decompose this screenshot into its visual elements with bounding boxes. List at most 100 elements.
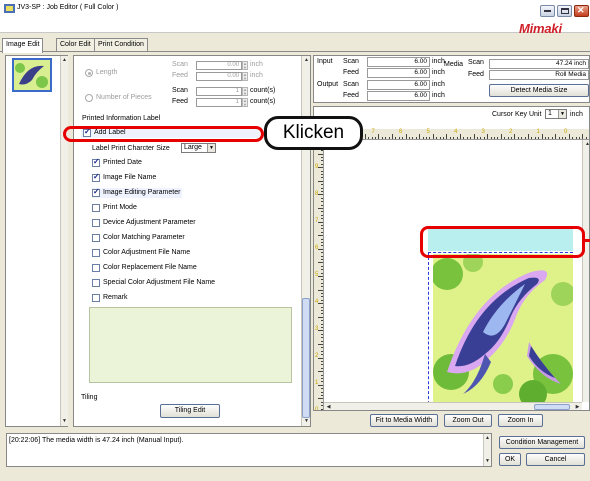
chevron-down-icon[interactable]: ▼ [207,144,215,152]
label-option-checkbox[interactable] [92,279,100,287]
image-thumbnail[interactable] [12,58,52,92]
tiling-edit-button[interactable]: Tiling Edit [160,404,220,418]
label-option-text: Device Adjustment Parameter [103,219,196,226]
output-feed-unit: inch [432,92,445,99]
label-option-checkbox[interactable] [92,219,100,227]
label-option-checkbox[interactable] [92,187,100,197]
ruler-tick [545,137,546,139]
pieces-radio[interactable] [85,94,93,102]
media-feed-field: Roll Media [489,70,589,80]
ruler-tick [568,134,570,139]
label-option-checkbox[interactable] [92,204,100,212]
ruler-h-label: 6 [399,129,403,135]
ruler-tick [436,137,438,139]
cursor-key-select[interactable]: 1 ▼ [545,109,567,119]
ruler-tick [321,265,323,267]
char-size-value: Large [184,144,202,151]
length-feed-field[interactable]: 0.00 [196,72,242,81]
label-option-checkbox[interactable] [92,249,100,257]
status-scrollbar[interactable]: ▲ ▼ [483,434,491,466]
thumbnail-list[interactable]: ▲ ▼ [5,55,68,427]
length-feed-unit: inch [250,72,263,79]
ruler-tick [487,134,489,139]
zoom-out-button[interactable]: Zoom Out [444,414,492,427]
scroll-up-icon[interactable]: ▲ [483,434,492,443]
length-scan-spinner[interactable]: ▲ ▼ [242,61,248,70]
input-scan-unit: inch [432,58,445,65]
ruler-tick [321,388,323,390]
pieces-scan-field[interactable]: 1 [196,87,242,96]
label-option-checkbox[interactable] [92,294,100,302]
scroll-left-icon[interactable]: ◀ [324,403,333,410]
scrollbar-thumb[interactable] [302,298,310,418]
close-button[interactable]: ✕ [574,5,589,17]
label-option-row[interactable]: Color Matching Parameter [92,233,282,243]
label-option-text: Image Editing Parameter [103,189,181,196]
ruler-tick [321,197,323,199]
preview-horizontal-scrollbar[interactable]: ◀ ▶ [324,402,582,410]
label-option-checkbox[interactable] [92,234,100,242]
preview-area[interactable]: Cursor Key Unit 1 ▼ inch 876543210 98765… [313,106,590,411]
scroll-up-icon[interactable]: ▲ [583,140,589,149]
label-option-row[interactable]: Printed Date [92,157,282,168]
ruler-tick [538,137,540,139]
chevron-down-icon[interactable]: ▼ [558,110,566,118]
label-option-checkbox[interactable] [92,157,100,167]
ruler-tick [371,137,373,139]
char-size-select[interactable]: Large ▼ [181,143,216,153]
ruler-tick [483,137,485,139]
detect-media-size-button[interactable]: Detect Media Size [489,84,589,97]
label-option-row[interactable]: Color Replacement File Name [92,263,282,273]
scroll-down-icon[interactable]: ▼ [302,417,310,426]
condition-management-button[interactable]: Condition Management [499,436,585,449]
pieces-feed-field[interactable]: 1 [196,98,242,107]
ruler-tick [318,357,323,359]
cancel-button[interactable]: Cancel [526,453,585,466]
minimize-button[interactable] [540,5,555,17]
scroll-down-icon[interactable]: ▼ [483,457,492,466]
ruler-tick [321,170,323,172]
thumbnail-scrollbar[interactable]: ▲ ▼ [60,56,68,426]
tab-print-condition[interactable]: Print Condition [94,38,148,52]
label-option-checkbox[interactable] [92,264,100,272]
zoom-in-button[interactable]: Zoom In [498,414,543,427]
scroll-up-icon[interactable]: ▲ [302,56,310,65]
fit-to-media-width-button[interactable]: Fit to Media Width [370,414,438,427]
label-option-row[interactable]: Device Adjustment Parameter [92,218,282,228]
length-scan-field[interactable]: 0.00 [196,61,242,70]
ruler-tick [473,134,475,139]
label-option-row[interactable]: Print Mode [92,203,282,213]
label-option-row[interactable]: Remark [92,293,282,303]
settings-scrollbar[interactable]: ▲ ▼ [301,56,310,426]
scroll-right-icon[interactable]: ▶ [573,403,582,410]
pieces-feed-spinner[interactable]: ▲ ▼ [242,98,248,107]
tab-color-edit[interactable]: Color Edit [56,38,95,52]
label-option-row[interactable]: Special Color Adjustment File Name [92,278,282,288]
klicken-callout: Klicken [264,116,363,150]
scroll-down-icon[interactable]: ▼ [60,417,69,426]
maximize-button[interactable] [557,5,572,17]
label-option-row[interactable]: Image File Name [92,172,282,183]
preview-vertical-scrollbar[interactable]: ▲ [582,140,589,402]
ruler-tick [460,134,461,139]
ruler-tick [480,137,482,139]
length-feed-spinner[interactable]: ▲ ▼ [242,72,248,81]
ruler-tick [585,137,587,139]
ruler-tick [321,282,323,284]
scroll-up-icon[interactable]: ▲ [60,56,69,65]
length-radio[interactable] [85,69,93,77]
ruler-tick [463,137,465,139]
ok-button[interactable]: OK [499,453,521,466]
pieces-feed-unit: count(s) [250,98,276,105]
label-option-row[interactable]: Image Editing Parameter [92,187,182,198]
vertical-ruler: 9876543210 [314,140,324,410]
label-option-checkbox[interactable] [92,172,100,182]
tab-image-edit[interactable]: Image Edit [2,38,44,53]
pieces-scan-spinner[interactable]: ▲ ▼ [242,87,248,96]
label-option-row[interactable]: Color Adjustment File Name [92,248,282,258]
remark-textarea[interactable] [89,307,292,383]
horizontal-scroll-thumb[interactable] [534,404,570,410]
ruler-tick [321,204,323,206]
ruler-tick [558,137,560,139]
ruler-tick [429,137,431,139]
